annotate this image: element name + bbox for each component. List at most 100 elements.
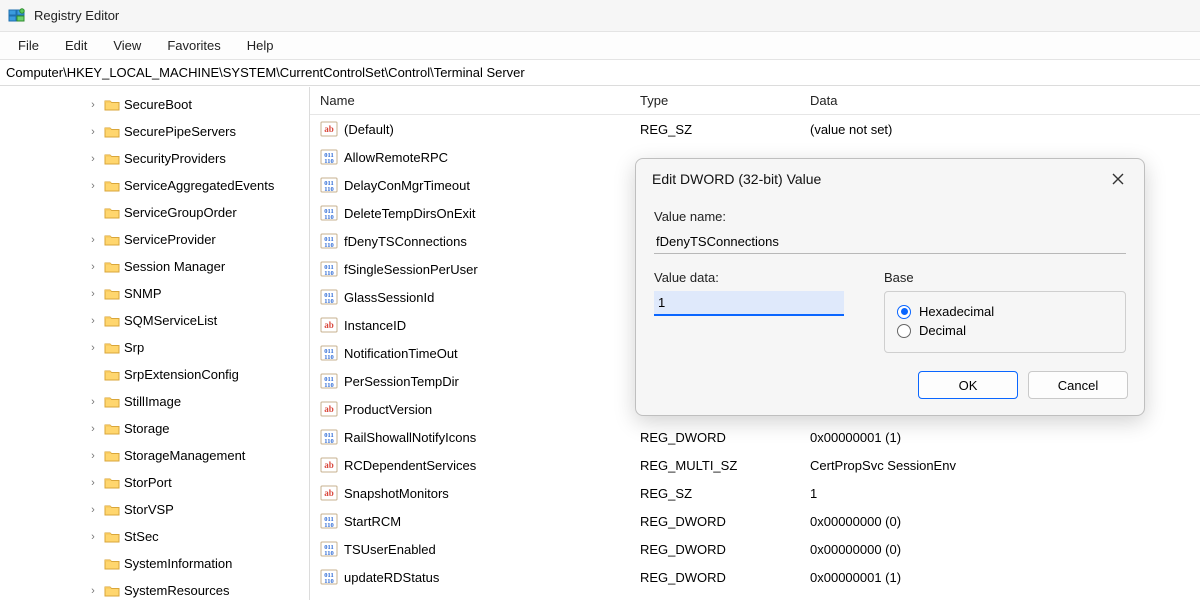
chevron-right-icon[interactable]: › <box>86 342 100 354</box>
menu-file[interactable]: File <box>8 36 49 55</box>
tree-item[interactable]: ServiceGroupOrder <box>0 199 309 226</box>
chevron-right-icon[interactable]: › <box>86 531 100 543</box>
tree-item-label: SystemInformation <box>124 556 232 571</box>
col-header-type[interactable]: Type <box>630 93 800 108</box>
tree-item[interactable]: ›StSec <box>0 523 309 550</box>
value-name: AllowRemoteRPC <box>344 150 448 165</box>
tree-item[interactable]: › SystemResources <box>0 577 309 600</box>
dword-value-icon: 011110 <box>320 260 338 278</box>
tree-item[interactable]: ›SNMP <box>0 280 309 307</box>
svg-text:ab: ab <box>324 488 334 498</box>
tree-item[interactable]: ›StorPort <box>0 469 309 496</box>
svg-text:110: 110 <box>324 242 333 249</box>
folder-icon <box>104 260 120 274</box>
chevron-right-icon[interactable]: › <box>86 477 100 489</box>
radio-decimal[interactable]: Decimal <box>897 323 1113 338</box>
folder-icon <box>104 206 120 220</box>
chevron-right-icon[interactable]: › <box>86 180 100 192</box>
value-data: CertPropSvc SessionEnv <box>800 458 1200 473</box>
tree-item[interactable]: ›ServiceAggregatedEvents <box>0 172 309 199</box>
value-data-field[interactable] <box>654 291 844 316</box>
value-row[interactable]: 011110RailShowallNotifyIconsREG_DWORD0x0… <box>310 423 1200 451</box>
chevron-right-icon[interactable]: › <box>86 234 100 246</box>
tree-item[interactable]: › SecurityProviders <box>0 145 309 172</box>
folder-icon <box>104 125 120 139</box>
string-value-icon: ab <box>320 316 338 334</box>
tree-item[interactable]: ›SecurePipeServers <box>0 118 309 145</box>
value-name: NotificationTimeOut <box>344 346 458 361</box>
menu-view[interactable]: View <box>103 36 151 55</box>
tree-item[interactable]: ›SecureBoot <box>0 91 309 118</box>
menu-favorites[interactable]: Favorites <box>157 36 230 55</box>
tree-item-label: Srp <box>124 340 144 355</box>
dword-value-icon: 011110 <box>320 540 338 558</box>
value-data-label: Value data: <box>654 270 844 285</box>
chevron-right-icon[interactable]: › <box>86 126 100 138</box>
menu-help[interactable]: Help <box>237 36 284 55</box>
radio-hexadecimal[interactable]: Hexadecimal <box>897 304 1113 319</box>
svg-text:110: 110 <box>324 550 333 557</box>
address-bar[interactable]: Computer\HKEY_LOCAL_MACHINE\SYSTEM\Curre… <box>0 60 1200 86</box>
value-name: updateRDStatus <box>344 570 439 585</box>
regedit-app-icon <box>8 7 26 25</box>
value-name: RailShowallNotifyIcons <box>344 430 476 445</box>
chevron-right-icon[interactable]: › <box>86 153 100 165</box>
value-name: SnapshotMonitors <box>344 486 449 501</box>
chevron-right-icon[interactable]: › <box>86 585 100 597</box>
tree-item[interactable]: ›StorageManagement <box>0 442 309 469</box>
value-row[interactable]: 011110TSUserEnabledREG_DWORD0x00000000 (… <box>310 535 1200 563</box>
menu-edit[interactable]: Edit <box>55 36 97 55</box>
chevron-right-icon[interactable]: › <box>86 288 100 300</box>
chevron-right-icon[interactable]: › <box>86 315 100 327</box>
value-name-field[interactable] <box>654 230 1126 254</box>
tree-item[interactable]: › Srp <box>0 334 309 361</box>
folder-icon <box>104 449 120 463</box>
address-text: Computer\HKEY_LOCAL_MACHINE\SYSTEM\Curre… <box>6 65 525 80</box>
value-name: DelayConMgrTimeout <box>344 178 470 193</box>
chevron-right-icon[interactable]: › <box>86 99 100 111</box>
tree-item[interactable]: ›Session Manager <box>0 253 309 280</box>
key-tree[interactable]: ›SecureBoot›SecurePipeServers›SecurityPr… <box>0 87 310 600</box>
close-icon[interactable] <box>1104 169 1132 189</box>
tree-item[interactable]: ›Storage <box>0 415 309 442</box>
svg-text:ab: ab <box>324 320 334 330</box>
chevron-right-icon[interactable]: › <box>86 504 100 516</box>
tree-item[interactable]: SrpExtensionConfig <box>0 361 309 388</box>
chevron-right-icon[interactable]: › <box>86 450 100 462</box>
tree-item[interactable]: ›StorVSP <box>0 496 309 523</box>
value-row[interactable]: ab SnapshotMonitors REG_SZ1 <box>310 479 1200 507</box>
tree-item-label: ServiceProvider <box>124 232 216 247</box>
value-type: REG_SZ <box>630 486 800 501</box>
chevron-right-icon[interactable]: › <box>86 396 100 408</box>
dword-value-icon: 011110 <box>320 204 338 222</box>
ok-button[interactable]: OK <box>918 371 1018 399</box>
string-value-icon: ab <box>320 456 338 474</box>
chevron-right-icon[interactable]: › <box>86 423 100 435</box>
tree-item[interactable]: › SQMServiceList <box>0 307 309 334</box>
dword-value-icon: 011110 <box>320 372 338 390</box>
svg-text:110: 110 <box>324 158 333 165</box>
tree-item[interactable]: › ServiceProvider <box>0 226 309 253</box>
string-value-icon: ab <box>320 400 338 418</box>
edit-dword-dialog: Edit DWORD (32-bit) Value Value name: Va… <box>635 158 1145 416</box>
col-header-name[interactable]: Name <box>310 93 630 108</box>
value-row[interactable]: abRCDependentServicesREG_MULTI_SZCertPro… <box>310 451 1200 479</box>
value-row[interactable]: ab(Default)REG_SZ(value not set) <box>310 115 1200 143</box>
folder-icon <box>104 233 120 247</box>
col-header-data[interactable]: Data <box>800 93 1200 108</box>
value-row[interactable]: 011110updateRDStatusREG_DWORD0x00000001 … <box>310 563 1200 591</box>
svg-text:110: 110 <box>324 578 333 585</box>
folder-icon <box>104 314 120 328</box>
cancel-button[interactable]: Cancel <box>1028 371 1128 399</box>
radio-icon <box>897 324 911 338</box>
list-header: Name Type Data <box>310 87 1200 115</box>
tree-item[interactable]: ›StillImage <box>0 388 309 415</box>
chevron-right-icon[interactable]: › <box>86 261 100 273</box>
tree-item-label: SecurityProviders <box>124 151 226 166</box>
tree-item-label: SystemResources <box>124 583 229 598</box>
tree-item[interactable]: SystemInformation <box>0 550 309 577</box>
value-name: StartRCM <box>344 514 401 529</box>
value-row[interactable]: 011110StartRCMREG_DWORD0x00000000 (0) <box>310 507 1200 535</box>
value-data: 1 <box>800 486 1200 501</box>
tree-item-label: SQMServiceList <box>124 313 217 328</box>
